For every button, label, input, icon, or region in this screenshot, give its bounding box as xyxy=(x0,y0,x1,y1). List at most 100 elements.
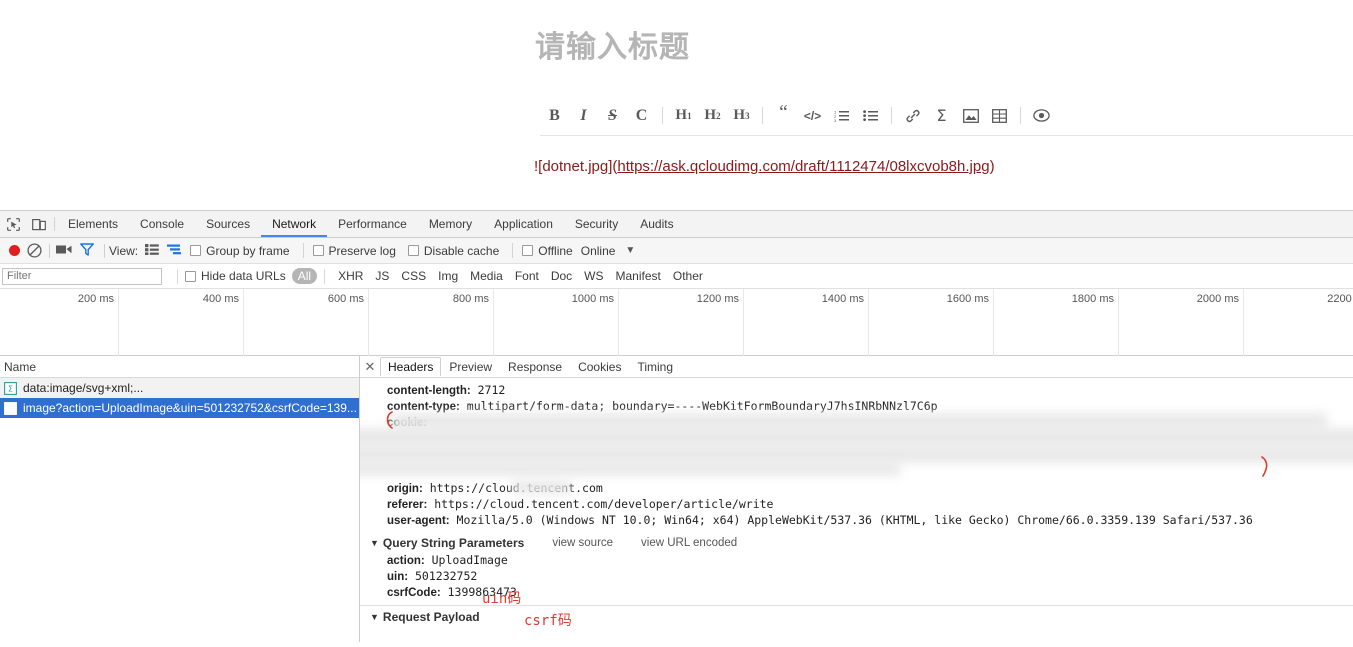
filter-type-ws[interactable]: WS xyxy=(578,268,609,284)
tab-elements[interactable]: Elements xyxy=(57,211,129,237)
request-list-header[interactable]: Name xyxy=(0,356,359,378)
param-key: csrfCode: xyxy=(387,587,441,599)
table-icon[interactable] xyxy=(985,101,1014,130)
param-value: UploadImage xyxy=(425,553,508,567)
article-title-input[interactable]: 请输入标题 xyxy=(535,22,690,66)
header-key: content-length: xyxy=(387,385,471,397)
unordered-list-icon[interactable] xyxy=(856,101,885,130)
view-source-link[interactable]: view source xyxy=(552,535,613,552)
filter-type-js[interactable]: JS xyxy=(369,268,395,284)
markdown-content[interactable]: ![dotnet.jpg](https://ask.qcloudimg.com/… xyxy=(534,158,995,175)
checkbox-box[interactable] xyxy=(190,245,201,256)
filter-type-manifest[interactable]: Manifest xyxy=(610,268,667,284)
tab-application[interactable]: Application xyxy=(483,211,564,237)
checkbox-box[interactable] xyxy=(313,245,324,256)
close-icon[interactable]: ✕ xyxy=(360,359,380,375)
detail-tab-cookies[interactable]: Cookies xyxy=(570,358,629,376)
hide-data-urls-checkbox[interactable]: Hide data URLs xyxy=(185,269,286,283)
filter-type-xhr[interactable]: XHR xyxy=(332,268,369,284)
strikethrough-button[interactable]: S xyxy=(598,101,627,130)
detail-tab-preview[interactable]: Preview xyxy=(441,358,500,376)
italic-button[interactable]: I xyxy=(569,101,598,130)
tab-memory[interactable]: Memory xyxy=(418,211,483,237)
preserve-log-checkbox[interactable]: Preserve log xyxy=(313,244,396,258)
group-by-frame-checkbox[interactable]: Group by frame xyxy=(190,244,289,258)
param-key: action: xyxy=(387,555,425,567)
inspect-element-icon[interactable] xyxy=(0,211,26,237)
param-value: 501232752 xyxy=(408,569,477,583)
filter-type-other[interactable]: Other xyxy=(667,268,709,284)
chevron-down-icon[interactable]: ▼ xyxy=(625,245,635,256)
toggle-device-toolbar-icon[interactable] xyxy=(26,211,52,237)
preview-eye-icon[interactable] xyxy=(1027,101,1056,130)
record-button[interactable] xyxy=(9,245,20,256)
group-by-frame-label: Group by frame xyxy=(206,244,289,258)
tab-network[interactable]: Network xyxy=(261,211,327,237)
header-value: 2712 xyxy=(471,383,506,397)
waterfall-view-icon[interactable] xyxy=(167,244,182,258)
filter-type-media[interactable]: Media xyxy=(464,268,509,284)
filter-type-all[interactable]: All xyxy=(292,268,317,284)
tab-console[interactable]: Console xyxy=(129,211,195,237)
image-icon[interactable] xyxy=(956,101,985,130)
tab-audits[interactable]: Audits xyxy=(629,211,684,237)
heading-3-button[interactable]: H3 xyxy=(727,101,756,130)
request-row-data-image-svg[interactable]: Σ data:image/svg+xml;... xyxy=(0,378,359,398)
filter-input[interactable] xyxy=(2,268,162,285)
disable-cache-checkbox[interactable]: Disable cache xyxy=(408,244,499,258)
doc-file-icon xyxy=(4,402,17,415)
markdown-url[interactable]: https://ask.qcloudimg.com/draft/1112474/… xyxy=(617,158,989,175)
toolbar-divider xyxy=(762,107,763,124)
clear-icon[interactable] xyxy=(27,243,43,259)
bold-button[interactable]: B xyxy=(540,101,569,130)
request-payload-title: Request Payload xyxy=(383,609,480,626)
filter-type-css[interactable]: CSS xyxy=(395,268,432,284)
code-button[interactable]: C xyxy=(627,101,656,130)
tabbar-divider xyxy=(54,217,55,231)
capture-screenshots-icon[interactable] xyxy=(56,244,72,258)
formula-icon[interactable]: Σ xyxy=(927,101,956,130)
filter-type-img[interactable]: Img xyxy=(432,268,464,284)
heading-2-button[interactable]: H2 xyxy=(698,101,727,130)
detail-tab-response[interactable]: Response xyxy=(500,358,570,376)
checkbox-box[interactable] xyxy=(522,245,533,256)
header-row-content-type: content-type: multipart/form-data; bound… xyxy=(360,398,1353,414)
list-view-icon[interactable] xyxy=(145,244,159,258)
timeline-tick: 2000 ms xyxy=(1197,293,1239,305)
quote-icon[interactable]: “ xyxy=(769,101,798,130)
request-row-upload-image[interactable]: image?action=UploadImage&uin=501232752&c… xyxy=(0,398,359,418)
svg-file-icon: Σ xyxy=(4,382,17,395)
checkbox-box[interactable] xyxy=(408,245,419,256)
heading-1-button[interactable]: H1 xyxy=(669,101,698,130)
toolbar-divider xyxy=(662,107,663,124)
controls-divider xyxy=(303,243,304,258)
editor-toolbar-divider xyxy=(540,135,1353,136)
triangle-down-icon: ▼ xyxy=(370,535,379,552)
detail-tab-timing[interactable]: Timing xyxy=(629,358,681,376)
network-timeline-overview[interactable]: 200 ms 400 ms 600 ms 800 ms 1000 ms 1200… xyxy=(0,289,1353,356)
column-header-name: Name xyxy=(4,360,36,374)
query-string-title: Query String Parameters xyxy=(383,535,524,552)
timeline-tick: 800 ms xyxy=(453,293,489,305)
link-icon[interactable] xyxy=(898,101,927,130)
request-name: data:image/svg+xml;... xyxy=(23,381,143,395)
filter-funnel-icon[interactable] xyxy=(80,243,94,259)
checkbox-box[interactable] xyxy=(185,271,196,282)
filter-type-doc[interactable]: Doc xyxy=(545,268,578,284)
view-url-encoded-link[interactable]: view URL encoded xyxy=(641,535,737,552)
tab-performance[interactable]: Performance xyxy=(327,211,418,237)
query-string-header[interactable]: ▼ Query String Parameters view source vi… xyxy=(360,535,1353,552)
code-block-icon[interactable]: </> xyxy=(798,101,827,130)
header-row-origin: origin: https://cloud.tencent.com xyxy=(360,480,1353,496)
tab-security[interactable]: Security xyxy=(564,211,629,237)
detail-tab-headers[interactable]: Headers xyxy=(380,357,441,376)
ordered-list-icon[interactable]: 123 xyxy=(827,101,856,130)
request-payload-header[interactable]: ▼ Request Payload xyxy=(360,609,1353,626)
redacted-cookie-value xyxy=(360,461,900,476)
tab-sources[interactable]: Sources xyxy=(195,211,261,237)
offline-checkbox[interactable]: Offline xyxy=(522,244,572,258)
filter-type-font[interactable]: Font xyxy=(509,268,545,284)
network-filter-bar: Hide data URLs All XHR JS CSS Img Media … xyxy=(0,264,1353,289)
throttling-select[interactable]: Online xyxy=(581,244,616,258)
markdown-prefix: ![dotnet.jpg]( xyxy=(534,158,617,175)
